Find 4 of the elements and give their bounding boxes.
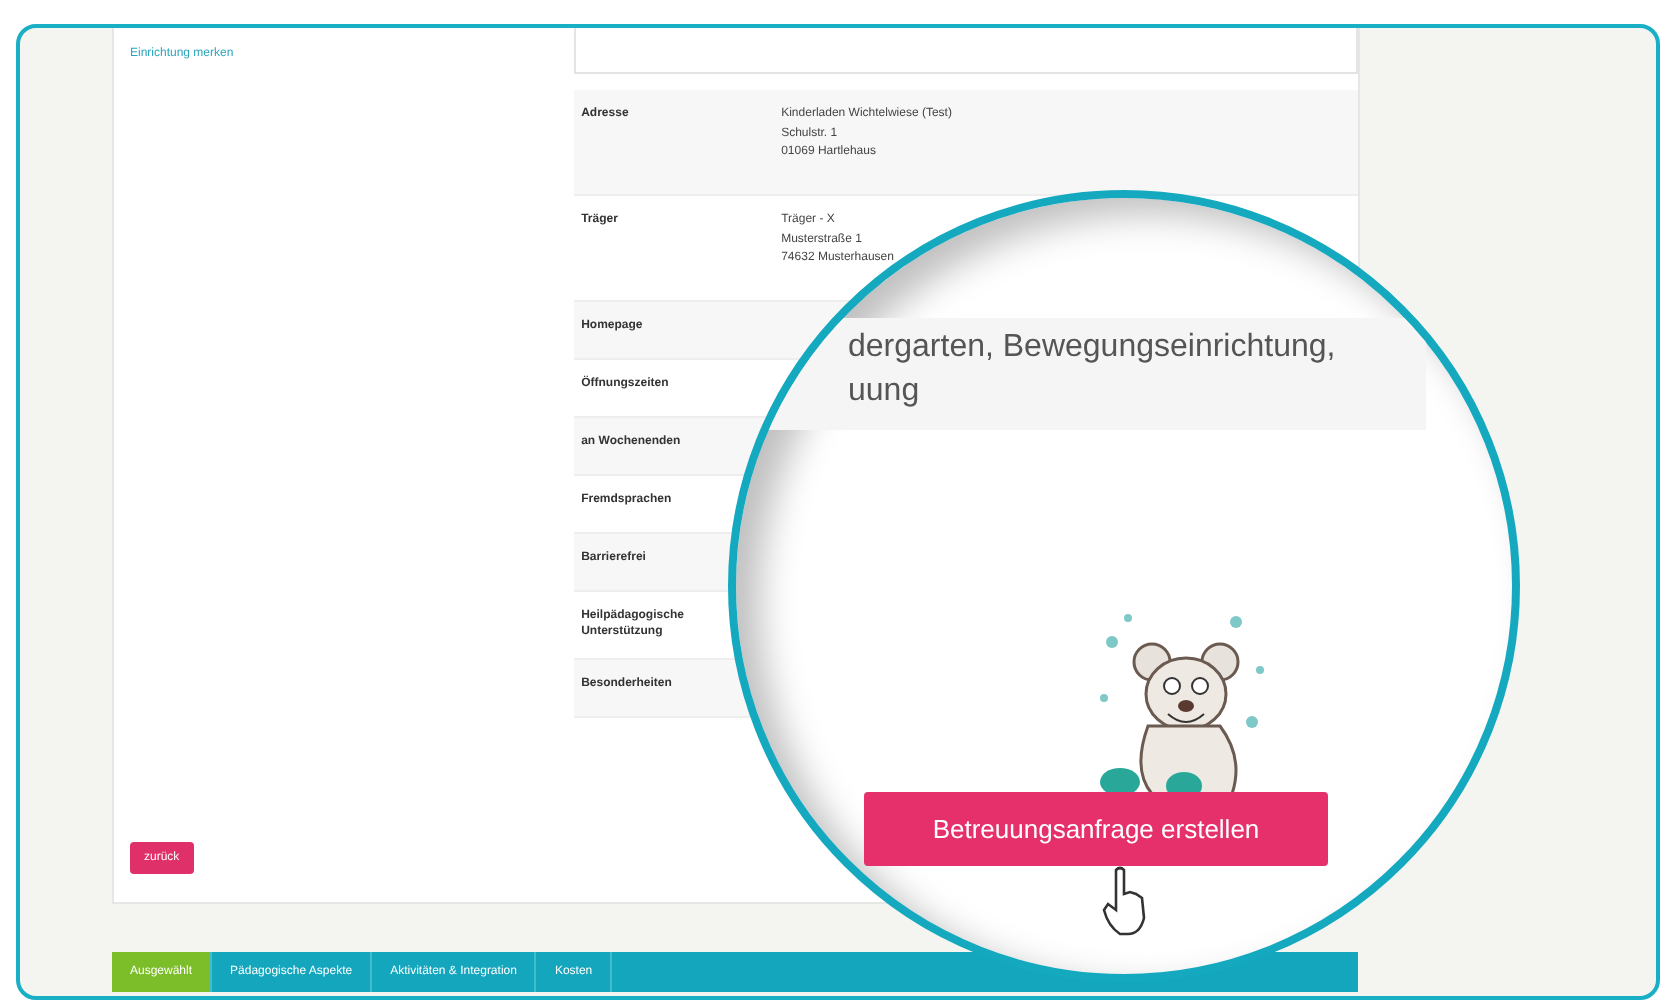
hand-cursor-icon [1100, 866, 1148, 938]
magnified-text: dergarten, Bewegungseinrichtung, [848, 328, 1336, 368]
create-request-button[interactable]: Betreuungsanfrage erstellen [864, 792, 1328, 866]
magnified-text: uung [848, 372, 922, 412]
